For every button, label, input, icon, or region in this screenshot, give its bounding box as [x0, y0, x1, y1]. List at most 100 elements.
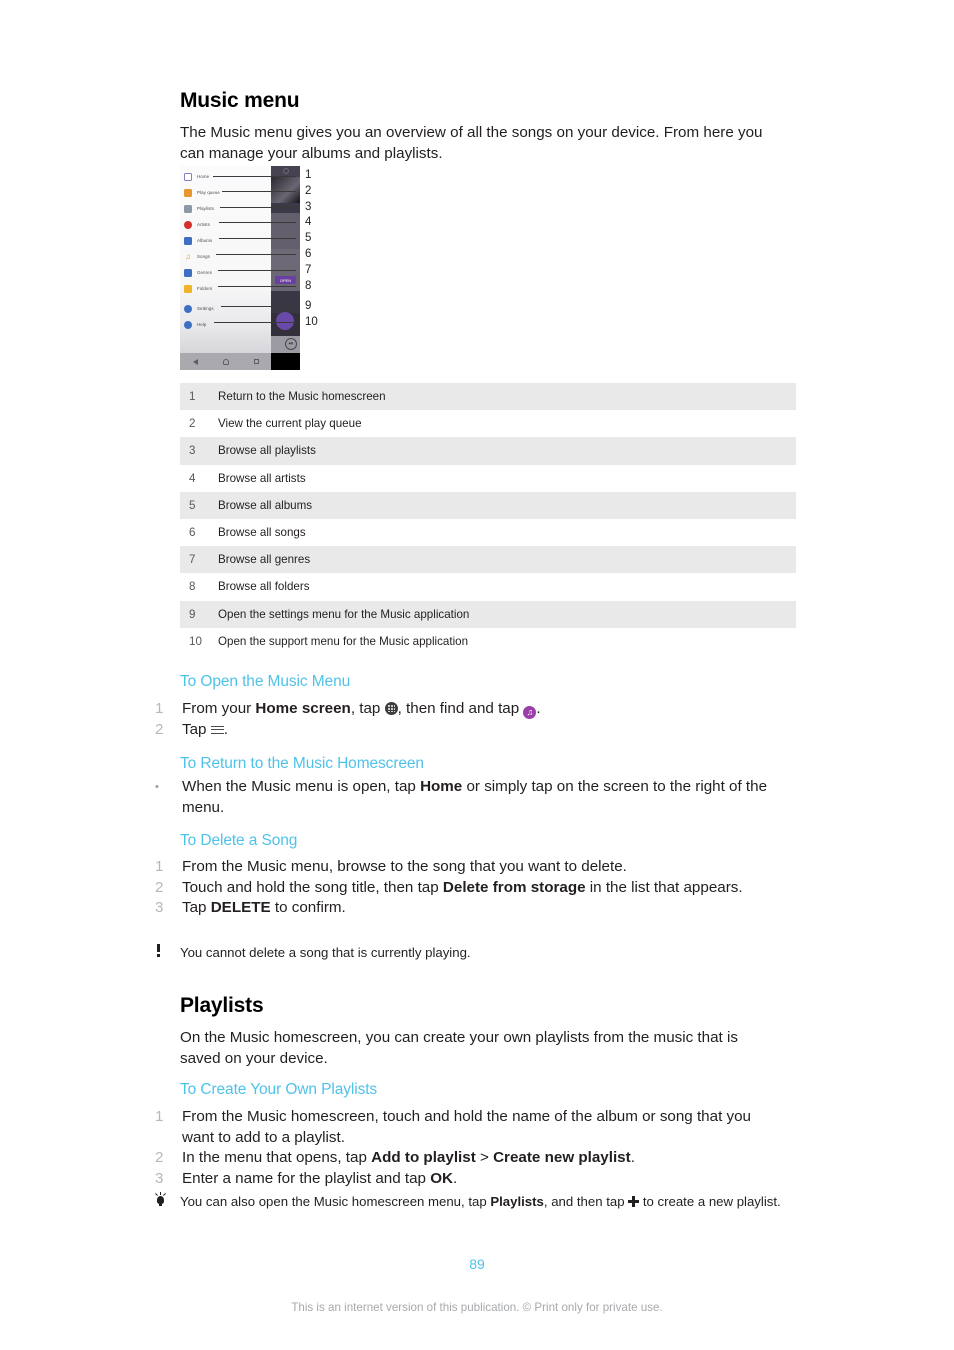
callout-leader-9 [221, 306, 296, 307]
callout-number-2: 2 [305, 185, 312, 197]
table-cell-number: 8 [189, 580, 196, 594]
tip-note: You can also open the Music homescreen m… [155, 1192, 795, 1211]
table-row: 4 Browse all artists [180, 465, 796, 492]
callout-number-7: 7 [305, 264, 312, 276]
exclamation-icon [155, 944, 180, 962]
list-item: 2 Tap . [155, 720, 795, 741]
create-new-playlist-bold: Create new playlist [493, 1149, 631, 1166]
callout-number-1: 1 [305, 169, 312, 181]
heading-return-homescreen: To Return to the Music Homescreen [180, 755, 424, 772]
phone-music-menu-panel: Home Play queue Playlists Artists Albums… [180, 166, 271, 370]
phone-menu-label: Play queue [197, 190, 220, 195]
playlists-intro: On the Music homescreen, you can create … [180, 1029, 738, 1067]
list-item: • When the Music menu is open, tap Home … [155, 777, 775, 818]
callout-leader-6 [216, 254, 296, 255]
table-cell-description: Open the settings menu for the Music app… [218, 607, 470, 621]
step-text-d: , then find and tap [397, 700, 524, 717]
phone-menu-item-settings[interactable]: Settings [184, 302, 214, 315]
heading-delete-song: To Delete a Song [180, 832, 298, 849]
play-queue-icon [184, 188, 192, 197]
table-cell-number: 5 [189, 498, 196, 512]
table-row: 9 Open the settings menu for the Music a… [180, 600, 796, 628]
list-item-text: Touch and hold the song title, then tap … [182, 878, 775, 899]
phone-content-preview: OPEN ⏯ [271, 166, 300, 370]
warning-note: You cannot delete a song that is current… [155, 944, 775, 962]
next-track-icon[interactable]: ⏯ [285, 338, 297, 350]
bullet-text-a: When the Music menu is open, tap [182, 778, 421, 795]
callout-number-4: 4 [305, 216, 312, 228]
table-cell-number: 6 [189, 526, 196, 540]
list-item-number: 1 [155, 1108, 164, 1125]
delete-from-storage-bold: Delete from storage [442, 878, 586, 896]
phone-menu-item-albums[interactable]: Albums [184, 234, 212, 247]
recents-icon[interactable] [253, 359, 259, 364]
list-item-text: From your Home screen, tap , then find a… [182, 699, 795, 720]
step-text-c: to confirm. [270, 899, 346, 916]
callout-number-5: 5 [305, 232, 312, 244]
phone-menu-item-play-queue[interactable]: Play queue [184, 186, 220, 199]
list-item-text: When the Music menu is open, tap Home or… [182, 777, 775, 818]
add-to-playlist-bold: Add to playlist [371, 1149, 476, 1166]
phone-menu-item-songs[interactable]: ♫ Songs [184, 250, 210, 263]
phone-menu-label: Home [197, 174, 210, 179]
step-text-a: Tap [182, 720, 211, 738]
callout-number-6: 6 [305, 248, 312, 260]
tip-text-a: You can also open the Music homescreen m… [180, 1194, 491, 1209]
list-item: 2 In the menu that opens, tap Add to pla… [155, 1148, 775, 1169]
playlists-bold: Playlists [490, 1194, 544, 1209]
tip-text-d: to create a new playlist. [639, 1194, 781, 1209]
albums-icon [184, 236, 192, 245]
table-cell-number: 1 [189, 390, 196, 404]
table-row: 8 Browse all folders [180, 573, 796, 600]
step-text-a: In the menu that opens, tap [182, 1149, 372, 1166]
table-cell-description: Open the support menu for the Music appl… [218, 634, 469, 648]
step-text-a: From your [182, 700, 256, 717]
search-icon[interactable] [283, 168, 289, 174]
footer-notice: This is an internet version of this publ… [291, 1301, 663, 1314]
home-bold: Home [420, 778, 463, 795]
home-screen-bold: Home screen [255, 700, 351, 717]
list-item: 2 Touch and hold the song title, then ta… [155, 878, 775, 899]
table-cell-number: 3 [189, 444, 196, 458]
table-row: 6 Browse all songs [180, 519, 796, 546]
phone-menu-label: Folders [197, 286, 213, 291]
list-return-homescreen: • When the Music menu is open, tap Home … [155, 777, 775, 818]
table-cell-description: Browse all artists [218, 471, 306, 485]
warning-text: You cannot delete a song that is current… [180, 945, 471, 960]
table-row: 5 Browse all albums [180, 491, 796, 519]
back-icon[interactable] [192, 358, 198, 365]
genres-icon [184, 268, 192, 277]
phone-menu-item-home[interactable]: Home [184, 170, 209, 183]
step-text-b: . [223, 720, 228, 738]
list-item-text: Enter a name for the playlist and tap OK… [182, 1169, 775, 1190]
table-cell-number: 9 [189, 607, 196, 621]
delete-bold: DELETE [210, 899, 271, 916]
home-icon[interactable] [222, 358, 229, 365]
table-row: 2 View the current play queue [180, 410, 796, 437]
page-title: Music menu [180, 89, 300, 112]
phone-screenshot-illustration: Home Play queue Playlists Artists Albums… [180, 166, 300, 370]
heading-create-playlists: To Create Your Own Playlists [180, 1081, 378, 1098]
phone-menu-label: Help [197, 322, 207, 327]
list-item-number: 3 [155, 1169, 164, 1187]
tip-text-c: , and then tap [543, 1194, 629, 1209]
tip-text: You can also open the Music homescreen m… [180, 1193, 795, 1211]
list-create-playlists: 1 From the Music homescreen, touch and h… [155, 1107, 775, 1189]
phone-menu-item-folders[interactable]: Folders [184, 282, 212, 295]
list-item-text: From the Music menu, browse to the song … [182, 858, 627, 875]
app-drawer-icon [384, 702, 398, 715]
table-cell-number: 7 [189, 553, 196, 567]
heading-open-music-menu: To Open the Music Menu [180, 673, 351, 690]
list-item-number: 2 [155, 878, 164, 896]
list-item-text: Tap DELETE to confirm. [182, 898, 775, 919]
phone-menu-item-playlists[interactable]: Playlists [184, 202, 214, 215]
list-item: 1 From your Home screen, tap , then find… [155, 699, 795, 720]
open-button[interactable]: OPEN [275, 276, 296, 284]
step-text-c: > [475, 1149, 494, 1166]
phone-menu-item-genres[interactable]: Genres [184, 266, 212, 279]
artists-icon [184, 220, 192, 229]
phone-menu-item-artists[interactable]: Artists [184, 218, 210, 231]
phone-menu-item-help[interactable]: Help [184, 318, 206, 331]
phone-menu-label: Settings [197, 306, 214, 311]
phone-menu-label: Genres [197, 270, 212, 275]
